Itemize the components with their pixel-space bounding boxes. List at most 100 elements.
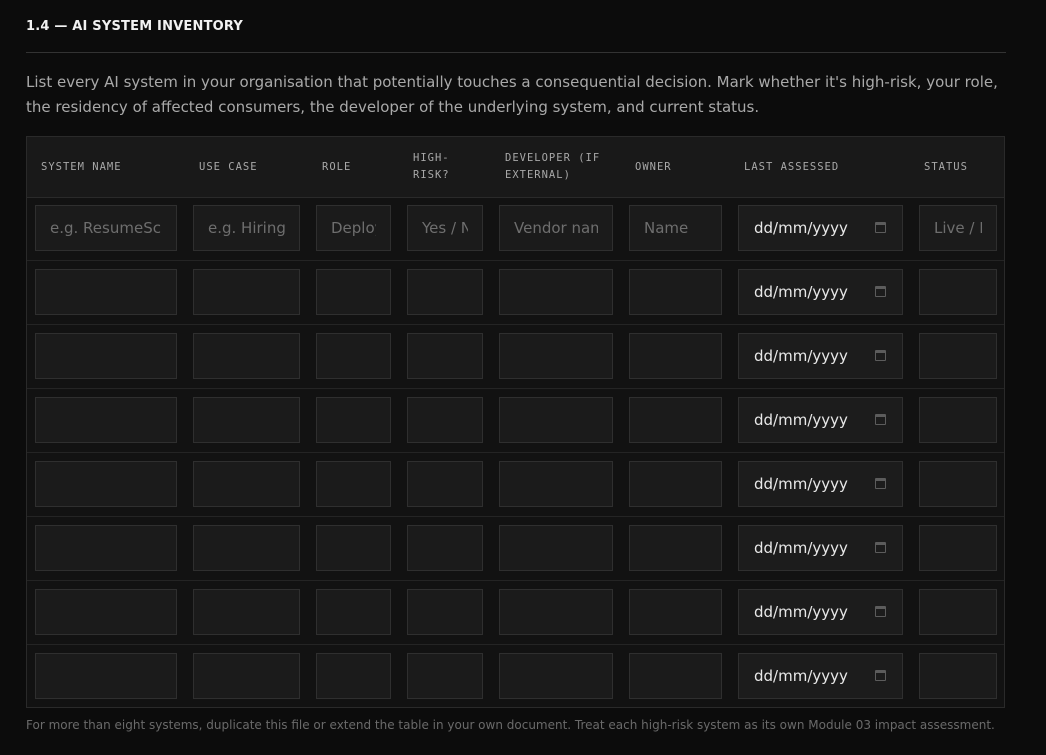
status-input[interactable] [919, 269, 997, 315]
calendar-icon[interactable] [875, 541, 886, 553]
last-assessed-date-input[interactable]: dd/mm/yyyy [738, 589, 903, 635]
owner-input[interactable] [629, 589, 722, 635]
role-input[interactable] [316, 461, 391, 507]
last-assessed-date-input[interactable]: dd/mm/yyyy [738, 397, 903, 443]
header-system-name: SYSTEM NAME [41, 160, 122, 173]
status-input[interactable] [919, 589, 997, 635]
use-case-input[interactable] [193, 589, 300, 635]
status-input[interactable] [919, 653, 997, 699]
high-risk-input[interactable] [407, 333, 483, 379]
high-risk-input[interactable] [407, 589, 483, 635]
owner-input[interactable] [629, 333, 722, 379]
last-assessed-date-input[interactable]: dd/mm/yyyy [738, 205, 903, 251]
role-input[interactable] [316, 525, 391, 571]
calendar-icon[interactable] [875, 605, 886, 617]
owner-input[interactable] [629, 525, 722, 571]
role-input[interactable] [316, 269, 391, 315]
developer-input[interactable] [499, 397, 613, 443]
developer-input[interactable] [499, 333, 613, 379]
role-input[interactable] [316, 397, 391, 443]
section-intro: List every AI system in your organisatio… [26, 73, 998, 116]
use-case-input[interactable] [193, 525, 300, 571]
use-case-input[interactable] [193, 461, 300, 507]
header-last-assessed: LAST ASSESSED [744, 160, 840, 173]
high-risk-input[interactable] [407, 461, 483, 507]
placeholder-text: Deploy [331, 219, 376, 237]
status-input[interactable]: Live / P [919, 205, 997, 251]
table-row: dd/mm/yyyy [27, 261, 1004, 325]
calendar-icon[interactable] [875, 413, 886, 425]
date-value: dd/mm/yyyy [754, 411, 848, 429]
calendar-icon[interactable] [875, 669, 886, 681]
table-row: dd/mm/yyyy [27, 453, 1004, 517]
calendar-icon[interactable] [875, 477, 886, 489]
system-name-input[interactable] [35, 397, 177, 443]
status-input[interactable] [919, 397, 997, 443]
placeholder-text: Live / P [934, 219, 982, 237]
section-title: 1.4 — AI SYSTEM INVENTORY [26, 19, 244, 34]
header-developer: DEVELOPER (IF EXTERNAL) [505, 152, 601, 181]
developer-input[interactable]: Vendor name [499, 205, 613, 251]
owner-input[interactable] [629, 461, 722, 507]
table-row: dd/mm/yyyy [27, 645, 1004, 709]
table-row: dd/mm/yyyy [27, 325, 1004, 389]
system-name-input[interactable] [35, 525, 177, 571]
date-value: dd/mm/yyyy [754, 347, 848, 365]
system-name-input[interactable]: e.g. ResumeScre [35, 205, 177, 251]
high-risk-input[interactable] [407, 269, 483, 315]
calendar-icon[interactable] [875, 221, 886, 233]
system-name-input[interactable] [35, 653, 177, 699]
calendar-icon[interactable] [875, 349, 886, 361]
status-input[interactable] [919, 525, 997, 571]
role-input[interactable] [316, 589, 391, 635]
role-input[interactable]: Deploy [316, 205, 391, 251]
owner-input[interactable] [629, 397, 722, 443]
developer-input[interactable] [499, 269, 613, 315]
use-case-input[interactable]: e.g. Hiring s [193, 205, 300, 251]
last-assessed-date-input[interactable]: dd/mm/yyyy [738, 333, 903, 379]
inventory-table: SYSTEM NAME USE CASE ROLE HIGH- RISK? DE… [26, 136, 1005, 708]
system-name-input[interactable] [35, 333, 177, 379]
date-value: dd/mm/yyyy [754, 283, 848, 301]
footnote: For more than eight systems, duplicate t… [26, 718, 995, 732]
status-input[interactable] [919, 461, 997, 507]
table-row: dd/mm/yyyy [27, 517, 1004, 581]
high-risk-input[interactable] [407, 397, 483, 443]
table-row: e.g. ResumeScre e.g. Hiring s Deploy Yes / … [27, 197, 1004, 261]
system-name-input[interactable] [35, 589, 177, 635]
use-case-input[interactable] [193, 333, 300, 379]
owner-input[interactable] [629, 269, 722, 315]
date-value: dd/mm/yyyy [754, 603, 848, 621]
table-header: SYSTEM NAME USE CASE ROLE HIGH- RISK? DE… [27, 137, 1004, 198]
status-input[interactable] [919, 333, 997, 379]
system-name-input[interactable] [35, 269, 177, 315]
owner-input[interactable]: Name [629, 205, 722, 251]
developer-input[interactable] [499, 653, 613, 699]
high-risk-input[interactable] [407, 653, 483, 699]
calendar-icon[interactable] [875, 285, 886, 297]
developer-input[interactable] [499, 525, 613, 571]
role-input[interactable] [316, 333, 391, 379]
system-name-input[interactable] [35, 461, 177, 507]
use-case-input[interactable] [193, 653, 300, 699]
table-row: dd/mm/yyyy [27, 389, 1004, 453]
header-role: ROLE [322, 160, 352, 173]
high-risk-input[interactable] [407, 525, 483, 571]
last-assessed-date-input[interactable]: dd/mm/yyyy [738, 653, 903, 699]
last-assessed-date-input[interactable]: dd/mm/yyyy [738, 525, 903, 571]
date-value: dd/mm/yyyy [754, 475, 848, 493]
developer-input[interactable] [499, 461, 613, 507]
date-value: dd/mm/yyyy [754, 667, 848, 685]
use-case-input[interactable] [193, 269, 300, 315]
role-input[interactable] [316, 653, 391, 699]
high-risk-input[interactable]: Yes / N [407, 205, 483, 251]
owner-input[interactable] [629, 653, 722, 699]
divider [26, 52, 1006, 53]
developer-input[interactable] [499, 589, 613, 635]
placeholder-text: e.g. ResumeScre [50, 219, 162, 237]
use-case-input[interactable] [193, 397, 300, 443]
last-assessed-date-input[interactable]: dd/mm/yyyy [738, 461, 903, 507]
last-assessed-date-input[interactable]: dd/mm/yyyy [738, 269, 903, 315]
placeholder-text: e.g. Hiring s [208, 219, 285, 237]
placeholder-text: Yes / N [422, 219, 468, 237]
